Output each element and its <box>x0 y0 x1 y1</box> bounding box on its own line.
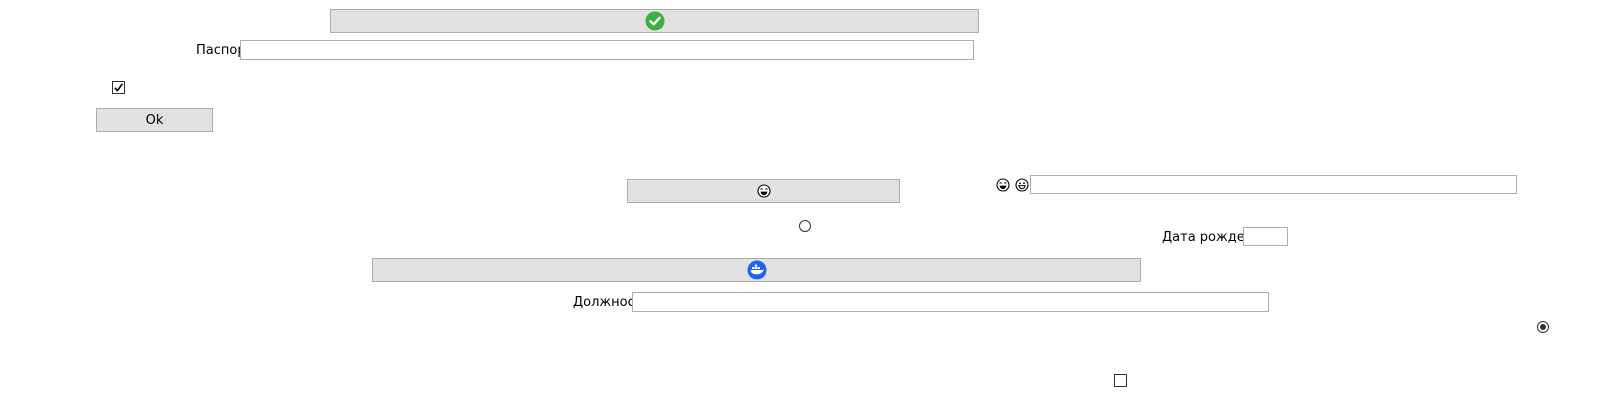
emoji-input[interactable] <box>1030 175 1517 194</box>
radio-selected-dot <box>1540 324 1546 330</box>
ok-button-label: Ok <box>145 112 164 128</box>
right-radio[interactable] <box>1537 321 1549 333</box>
laughing-face-icon <box>756 184 771 198</box>
position-input[interactable] <box>632 292 1269 312</box>
green-checkmark-icon <box>645 11 665 31</box>
docker-button[interactable] <box>372 258 1141 282</box>
docker-whale-icon <box>747 260 767 280</box>
ok-button[interactable]: Ok <box>96 108 213 132</box>
passport-input[interactable] <box>240 40 974 60</box>
bottom-checkbox[interactable] <box>1114 374 1127 387</box>
top-checkbox[interactable] <box>112 81 125 94</box>
middle-radio[interactable] <box>799 220 811 232</box>
birth-date-input[interactable] <box>1243 227 1288 246</box>
checkmark-icon <box>114 83 124 92</box>
confirm-button[interactable] <box>330 9 979 33</box>
laughing-face-icon <box>996 178 1010 192</box>
emoji-button[interactable] <box>627 179 900 203</box>
grinning-face-icon <box>1015 178 1029 192</box>
